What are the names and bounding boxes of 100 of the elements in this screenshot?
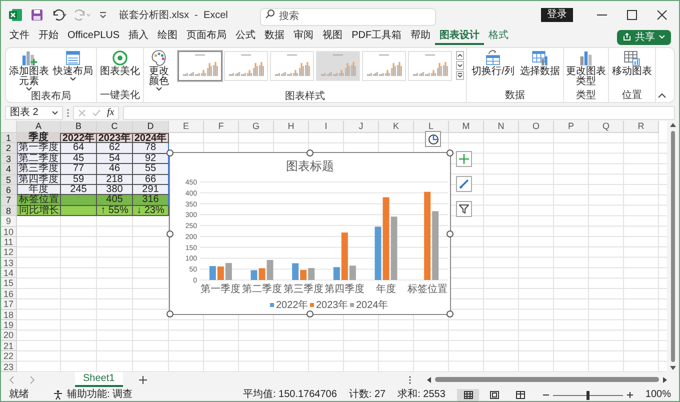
bar[interactable] — [209, 266, 216, 280]
add-sheet-icon[interactable] — [138, 376, 147, 384]
resize-handle[interactable] — [166, 230, 174, 237]
row-header[interactable]: 22 — [1, 351, 17, 362]
customize-toolbar-icon[interactable] — [99, 11, 107, 19]
insert-function-button[interactable]: fx — [107, 107, 114, 119]
name-box[interactable]: 图表 2 — [5, 106, 63, 120]
search-field[interactable]: 搜索 — [260, 8, 436, 26]
chart-style-thumbnail[interactable] — [178, 51, 222, 81]
resize-handle[interactable] — [306, 310, 314, 318]
menu-tab[interactable]: OfficePLUS — [63, 29, 124, 45]
normal-view-button[interactable] — [457, 388, 480, 401]
row-header[interactable]: 20 — [1, 330, 17, 341]
scroll-up-icon[interactable] — [456, 51, 464, 60]
column-header[interactable]: J — [344, 121, 379, 133]
resize-handle[interactable] — [166, 150, 174, 156]
column-header[interactable]: E — [169, 121, 204, 133]
row-header[interactable]: 7 — [1, 195, 17, 206]
scrollbar-track[interactable] — [667, 121, 679, 372]
menu-tab[interactable]: 帮助 — [406, 29, 436, 45]
menu-tab[interactable]: 公式 — [231, 29, 260, 45]
zoom-level[interactable]: 100% — [645, 389, 671, 401]
slider-thumb[interactable] — [586, 390, 590, 400]
resize-handle[interactable] — [446, 150, 454, 156]
menu-tab[interactable]: 视图 — [318, 29, 348, 45]
row-header[interactable]: 4 — [1, 164, 17, 175]
ribbon-button[interactable]: 快速布局 — [52, 49, 94, 81]
resize-handle[interactable] — [166, 310, 174, 318]
sheet-tab[interactable]: Sheet1 — [75, 372, 123, 387]
row-header[interactable]: 15 — [1, 278, 17, 289]
bar[interactable] — [292, 263, 299, 280]
ribbon-button[interactable]: 更改颜色 — [146, 49, 172, 91]
menu-tab[interactable]: 格式 — [484, 29, 514, 45]
collapse-ribbon-icon[interactable] — [658, 93, 666, 98]
row-header[interactable]: 17 — [1, 299, 17, 310]
legend-item[interactable]: 2024年 — [350, 300, 388, 311]
menu-tab[interactable]: 插入 — [124, 29, 154, 45]
share-button[interactable]: 共享 — [617, 30, 671, 44]
close-icon[interactable] — [657, 10, 667, 20]
save-icon[interactable] — [31, 9, 43, 21]
chart-filters-button[interactable] — [456, 201, 472, 217]
more-styles-icon[interactable] — [456, 71, 464, 80]
accessibility-status[interactable]: 辅助功能: 调查 — [67, 389, 133, 401]
sign-in-button[interactable]: 登录 — [541, 8, 573, 22]
ribbon-button[interactable]: 添加图表元素 — [8, 49, 50, 91]
scroll-left-icon[interactable] — [427, 376, 431, 382]
row-header[interactable]: 19 — [1, 320, 17, 330]
row-header[interactable]: 2 — [1, 143, 17, 154]
row-header[interactable]: 8 — [1, 206, 17, 216]
row-header[interactable]: 6 — [1, 184, 17, 196]
scrollbar-thumb[interactable] — [671, 131, 675, 362]
column-header[interactable]: G — [239, 121, 274, 133]
row-header[interactable]: 1 — [1, 133, 17, 144]
column-header[interactable]: N — [484, 121, 519, 133]
column-header[interactable]: Q — [589, 121, 624, 133]
row-header[interactable]: 5 — [1, 174, 17, 185]
zoom-out-icon[interactable] — [543, 392, 550, 398]
column-header[interactable]: M — [449, 121, 484, 133]
menu-tab[interactable]: 文件 — [5, 29, 34, 45]
column-header[interactable]: F — [204, 121, 239, 133]
menu-tab[interactable]: 开始 — [34, 29, 63, 45]
scroll-down-icon[interactable] — [670, 366, 676, 370]
column-header[interactable]: R — [624, 121, 659, 133]
bar[interactable] — [333, 267, 340, 280]
column-header[interactable]: H — [274, 121, 309, 133]
column-header[interactable]: C — [97, 121, 133, 133]
row-header[interactable]: 21 — [1, 340, 17, 352]
row-header[interactable]: 3 — [1, 154, 17, 164]
legend-item[interactable]: 2022年 — [270, 300, 308, 311]
scrollbar-thumb[interactable] — [435, 377, 659, 382]
resize-handle[interactable] — [446, 230, 454, 237]
column-header[interactable]: O — [519, 121, 554, 133]
row-header[interactable]: 9 — [1, 216, 17, 227]
row-header[interactable]: 14 — [1, 268, 17, 278]
menu-tab[interactable]: 页面布局 — [182, 29, 232, 45]
ribbon-button[interactable]: 切换行/列 — [469, 49, 517, 77]
row-header[interactable]: 16 — [1, 288, 17, 300]
column-header[interactable]: K — [379, 121, 414, 133]
ribbon-button[interactable]: 更改图表类型 — [566, 49, 606, 87]
row-header[interactable]: 12 — [1, 247, 17, 258]
scroll-up-icon[interactable] — [670, 123, 676, 127]
row-header[interactable]: 10 — [1, 226, 17, 237]
layout-options-button[interactable] — [425, 131, 441, 147]
chart-styles-button[interactable] — [456, 176, 472, 192]
row-header[interactable]: 11 — [1, 236, 17, 248]
row-header[interactable]: 23 — [1, 362, 17, 372]
legend-item[interactable]: 2023年 — [310, 300, 348, 311]
menu-tab[interactable]: PDF工具箱 — [347, 29, 406, 45]
ribbon-button[interactable]: 移动图表 — [611, 49, 653, 77]
ribbon-button[interactable]: 选择数据 — [519, 49, 561, 77]
resize-handle[interactable] — [306, 150, 314, 156]
chart-elements-button[interactable] — [456, 151, 472, 167]
scroll-down-icon[interactable] — [456, 61, 464, 70]
column-header[interactable]: P — [554, 121, 589, 133]
column-header[interactable]: L — [414, 121, 449, 133]
column-header[interactable]: B — [61, 121, 97, 133]
menu-tab[interactable]: 审阅 — [289, 29, 318, 45]
menu-tab[interactable]: 图表设计 — [435, 29, 484, 45]
maximize-icon[interactable] — [627, 10, 637, 20]
row-header[interactable]: 18 — [1, 310, 17, 320]
